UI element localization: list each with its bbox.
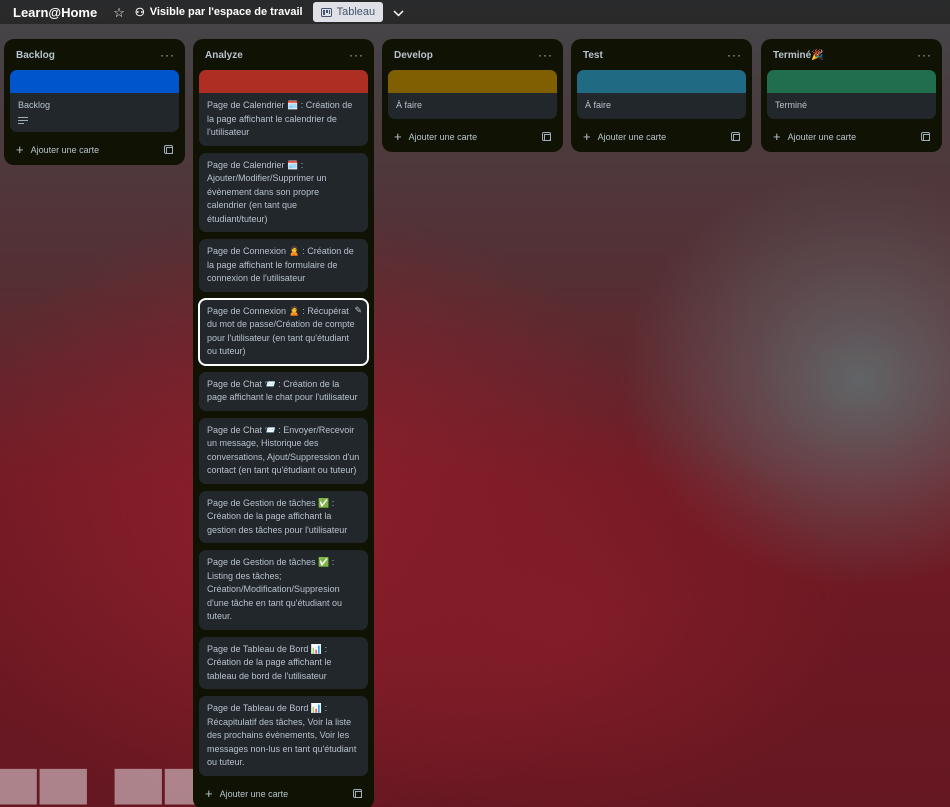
add-card-label: Ajouter une carte [30,144,100,155]
card-title: Page de Tableau de Bord 📊 : Récapitulati… [207,703,357,767]
card-title: Page de Tableau de Bord 📊 : Création de … [207,643,332,681]
plus-icon: + [16,142,24,157]
card[interactable]: Page de Gestion de tâches ✅ : Listing de… [199,550,368,630]
template-icon[interactable] [542,132,551,141]
edit-pencil-icon[interactable]: ✎ [354,304,362,318]
card-cover [10,70,179,93]
add-card-button[interactable]: + Ajouter une carte [583,130,666,143]
description-icon [18,116,28,124]
add-card-button[interactable]: + Ajouter une carte [773,130,856,143]
add-card-button[interactable]: + Ajouter une carte [394,130,477,143]
template-icon[interactable] [353,789,362,798]
list-title[interactable]: Backlog [16,50,55,61]
list-test: Test ··· À faire + Ajouter une carte [571,39,752,152]
card-cover [767,70,936,93]
card-title: À faire [396,100,423,110]
card-title: Page de Calendrier 🗓️ : Création de la p… [207,100,353,137]
board-view-label: Tableau [336,6,376,18]
star-icon[interactable]: ☆ [113,6,125,19]
card-title: Page de Gestion de tâches ✅ : Listing de… [207,557,343,621]
card-cover [388,70,557,93]
board-view-icon [320,7,332,17]
add-card-label: Ajouter une carte [787,131,857,142]
card-selected[interactable]: Page de Connexion 🙎 : Récupérat du mot d… [198,297,369,366]
list-title[interactable]: Analyze [205,50,243,61]
add-card-button[interactable]: + Ajouter une carte [16,143,99,156]
add-card-label: Ajouter une carte [219,788,289,799]
card[interactable]: Page de Tableau de Bord 📊 : Récapitulati… [199,696,368,776]
plus-icon: + [394,129,402,144]
list-menu-icon[interactable]: ··· [727,49,742,61]
card-title: Page de Connexion 🙎 : Récupérat du mot d… [207,305,355,357]
card-title: Page de Chat 📨 : Création de la page aff… [207,378,358,403]
board-view-button[interactable]: Tableau [312,2,384,22]
plus-icon: + [773,129,781,144]
list-backlog: Backlog ··· Backlog + Ajouter une carte [4,39,185,165]
template-icon[interactable] [731,132,740,141]
card[interactable]: Page de Calendrier 🗓️ : Ajouter/Modifier… [199,152,368,232]
card-title: Page de Connexion 🙎 : Création de la pag… [207,246,354,283]
list-title[interactable]: Test [583,50,603,61]
template-icon[interactable] [164,145,173,154]
plus-icon: + [205,786,213,801]
card-title: Page de Chat 📨 : Envoyer/Recevoir un mes… [207,424,360,476]
card[interactable]: À faire [388,70,557,119]
list-develop: Develop ··· À faire + Ajouter une carte [382,39,563,152]
template-icon[interactable] [921,132,930,141]
list-done: Terminé🎉 ··· Terminé + Ajouter une carte [761,39,942,152]
card[interactable]: À faire [577,70,746,119]
card[interactable]: Page de Chat 📨 : Création de la page aff… [199,371,368,411]
card[interactable]: Terminé [767,70,936,119]
card-title: À faire [585,100,612,110]
visibility-button[interactable]: ⚇ Visible par l'espace de travail [135,6,303,19]
people-icon: ⚇ [134,6,145,19]
add-card-label: Ajouter une carte [597,131,667,142]
card[interactable]: Page de Tableau de Bord 📊 : Création de … [199,636,368,689]
list-title[interactable]: Terminé🎉 [773,50,824,61]
card-title: Backlog [18,100,51,110]
visibility-label: Visible par l'espace de travail [149,6,303,18]
card-title: Page de Calendrier 🗓️ : Ajouter/Modifier… [207,159,327,224]
list-menu-icon[interactable]: ··· [160,49,175,61]
card[interactable]: Backlog [10,70,179,132]
plus-icon: + [583,129,591,144]
list-title[interactable]: Develop [394,50,433,61]
add-card-button[interactable]: + Ajouter une carte [205,787,288,800]
card-title: Terminé [775,100,808,110]
card-cover [199,70,368,93]
list-menu-icon[interactable]: ··· [538,49,553,61]
list-menu-icon[interactable]: ··· [917,49,932,61]
card[interactable]: Page de Chat 📨 : Envoyer/Recevoir un mes… [199,417,368,484]
card[interactable]: Page de Gestion de tâches ✅ : Création d… [199,490,368,543]
card-title: Page de Gestion de tâches ✅ : Création d… [207,497,348,535]
card[interactable]: Page de Connexion 🙎 : Création de la pag… [199,239,368,292]
board-header: Learn@Home ☆ ⚇ Visible par l'espace de t… [0,0,950,24]
list-menu-icon[interactable]: ··· [349,49,364,61]
chevron-down-icon[interactable] [393,6,404,19]
board-title[interactable]: Learn@Home [13,5,97,20]
add-card-label: Ajouter une carte [408,131,478,142]
list-analyze: Analyze ··· Page de Calendrier 🗓️ : Créa… [193,39,374,807]
card[interactable]: Page de Calendrier 🗓️ : Création de la p… [199,70,368,146]
card-cover [577,70,746,93]
